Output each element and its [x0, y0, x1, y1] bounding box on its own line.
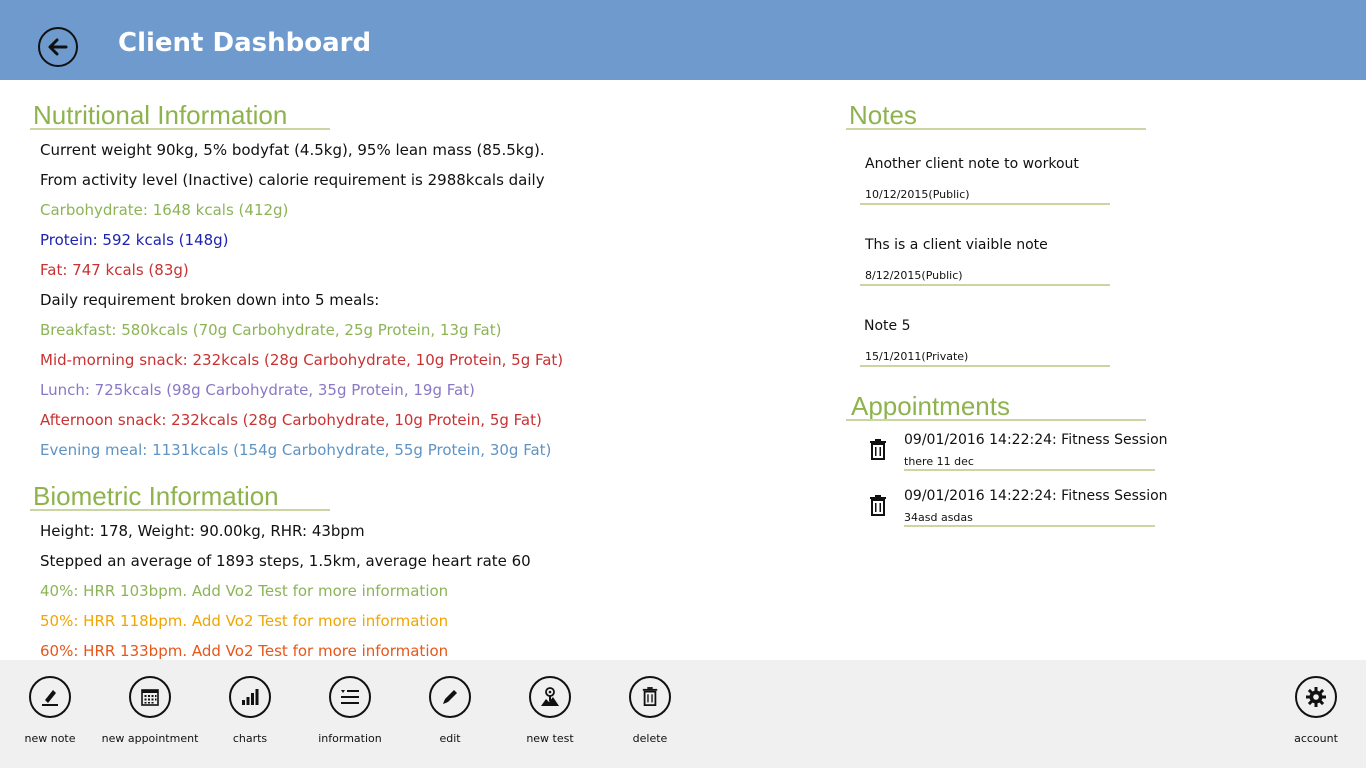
information-circle	[329, 676, 371, 718]
note-meta: 15/1/2011(Private)	[865, 350, 969, 363]
biometric-line: Height: 178, Weight: 90.00kg, RHR: 43bpm	[40, 522, 365, 540]
edit-button[interactable]: edit	[400, 676, 500, 747]
hrr-40-line: 40%: HRR 103bpm. Add Vo2 Test for more i…	[40, 582, 449, 600]
edit-pencil-icon	[443, 690, 457, 704]
trash-icon	[870, 495, 886, 516]
nutrition-line-protein: Protein: 592 kcals (148g)	[40, 231, 229, 249]
trash-icon	[642, 687, 658, 706]
nutrition-line-fat: Fat: 747 kcals (83g)	[40, 261, 189, 279]
delete-button[interactable]: delete	[600, 676, 700, 747]
new-note-button[interactable]: new note	[0, 676, 100, 747]
appointment-desc: there 11 dec	[904, 455, 974, 468]
meal-lunch: Lunch: 725kcals (98g Carbohydrate, 35g P…	[40, 381, 475, 399]
edit-label: edit	[439, 732, 461, 745]
hrr-50-line: 50%: HRR 118bpm. Add Vo2 Test for more i…	[40, 612, 449, 630]
new-appointment-button[interactable]: new appointment	[100, 676, 200, 747]
app-bar: new note new appointment charts informat…	[0, 660, 1366, 768]
meal-mid-morning-snack: Mid-morning snack: 232kcals (28g Carbohy…	[40, 351, 564, 369]
nutrition-line: Daily requirement broken down into 5 mea…	[40, 291, 380, 309]
bar-chart-icon	[242, 689, 259, 705]
map-pin-icon	[541, 687, 559, 706]
delete-circle	[629, 676, 671, 718]
appointment-delete-button[interactable]	[868, 439, 888, 461]
edit-circle	[429, 676, 471, 718]
meal-breakfast: Breakfast: 580kcals (70g Carbohydrate, 2…	[40, 321, 502, 339]
page-title: Client Dashboard	[118, 28, 372, 58]
appointment-delete-button[interactable]	[868, 495, 888, 517]
biometric-title-underline	[30, 509, 330, 511]
appointment-desc: 34asd asdas	[904, 511, 973, 524]
charts-circle	[229, 676, 271, 718]
note-meta: 10/12/2015(Public)	[865, 188, 970, 201]
new-appointment-label: new appointment	[101, 732, 199, 745]
appointment-title[interactable]: 09/01/2016 14:22:24: Fitness Session	[904, 432, 1168, 448]
note-underline	[860, 203, 1110, 205]
appointments-title-underline	[846, 419, 1146, 421]
account-circle	[1295, 676, 1337, 718]
charts-button[interactable]: charts	[200, 676, 300, 747]
nutrition-line: Current weight 90kg, 5% bodyfat (4.5kg),…	[40, 141, 545, 159]
new-appointment-circle	[129, 676, 171, 718]
nutrition-title-underline	[30, 128, 330, 130]
appointment-title[interactable]: 09/01/2016 14:22:24: Fitness Session	[904, 488, 1168, 504]
information-label: information	[318, 732, 382, 745]
nutrition-line-carbohydrate: Carbohydrate: 1648 kcals (412g)	[40, 201, 289, 219]
charts-label: charts	[232, 732, 268, 745]
header-bar: Client Dashboard	[0, 0, 1366, 80]
delete-label: delete	[632, 732, 668, 745]
nutrition-line: From activity level (Inactive) calorie r…	[40, 171, 545, 189]
appointment-underline	[904, 469, 1155, 471]
new-note-circle	[29, 676, 71, 718]
new-test-circle	[529, 676, 571, 718]
meal-evening: Evening meal: 1131kcals (154g Carbohydra…	[40, 441, 552, 459]
account-button[interactable]: account	[1266, 676, 1366, 747]
note-text[interactable]: Note 5	[864, 318, 911, 334]
nutrition-section-title: Nutritional Information	[33, 100, 288, 130]
note-text[interactable]: Another client note to workout	[865, 156, 1079, 172]
new-test-label: new test	[526, 732, 574, 745]
appointment-underline	[904, 525, 1155, 527]
list-icon	[341, 690, 359, 704]
account-label: account	[1294, 732, 1338, 745]
appointments-section-title: Appointments	[851, 391, 1010, 421]
new-test-button[interactable]: new test	[500, 676, 600, 747]
back-button[interactable]	[38, 27, 78, 67]
meal-afternoon-snack: Afternoon snack: 232kcals (28g Carbohydr…	[40, 411, 542, 429]
biometric-section-title: Biometric Information	[33, 481, 279, 511]
note-meta: 8/12/2015(Public)	[865, 269, 963, 282]
note-text[interactable]: Ths is a client viaible note	[865, 237, 1048, 253]
biometric-line: Stepped an average of 1893 steps, 1.5km,…	[40, 552, 531, 570]
back-arrow-icon	[48, 38, 68, 56]
calendar-icon	[141, 689, 159, 706]
information-button[interactable]: information	[300, 676, 400, 747]
notes-title-underline	[846, 128, 1146, 130]
new-note-label: new note	[24, 732, 76, 745]
note-underline	[860, 284, 1110, 286]
pencil-line-icon	[42, 690, 58, 706]
gear-icon	[1306, 687, 1326, 707]
trash-icon	[870, 439, 886, 460]
hrr-60-line: 60%: HRR 133bpm. Add Vo2 Test for more i…	[40, 642, 449, 660]
notes-section-title: Notes	[849, 100, 917, 130]
note-underline	[860, 365, 1110, 367]
